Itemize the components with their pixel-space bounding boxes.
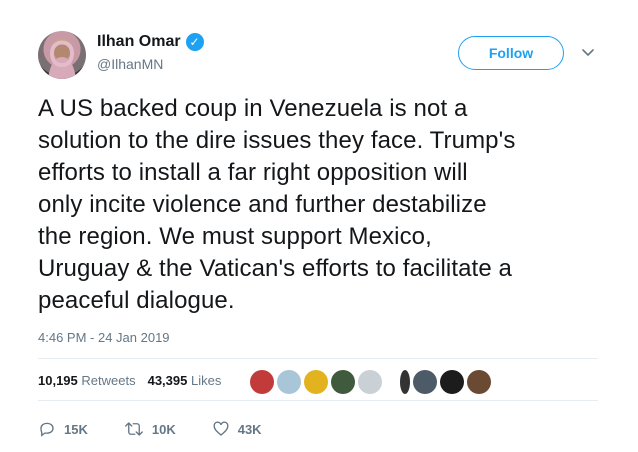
author-avatar[interactable] <box>38 31 86 79</box>
liker-avatar[interactable] <box>467 370 491 394</box>
reply-action[interactable]: 15K <box>38 420 88 438</box>
tweet-actions: 15K 10K 43K <box>38 420 298 438</box>
author-name[interactable]: Ilhan Omar <box>97 33 181 51</box>
retweet-icon <box>124 422 143 436</box>
divider <box>38 358 598 359</box>
verified-badge-icon: ✓ <box>185 33 204 51</box>
liker-avatar[interactable] <box>277 370 301 394</box>
chevron-down-icon[interactable] <box>581 46 595 60</box>
retweet-action[interactable]: 10K <box>124 420 176 438</box>
follow-button[interactable]: Follow <box>458 36 564 70</box>
tweet-timestamp[interactable]: 4:46 PM - 24 Jan 2019 <box>38 330 170 345</box>
retweets-count: 10,195 <box>38 373 78 388</box>
likes-stat[interactable]: 43,395 Likes <box>148 373 222 388</box>
reply-count: 15K <box>64 421 88 437</box>
likes-label: Likes <box>190 373 222 388</box>
liker-avatar[interactable] <box>331 370 355 394</box>
heart-icon <box>213 421 229 436</box>
like-action[interactable]: 43K <box>212 420 262 438</box>
divider <box>38 400 598 401</box>
retweet-count: 10K <box>151 421 176 437</box>
liker-avatar[interactable] <box>250 370 274 394</box>
reply-icon <box>40 422 54 437</box>
author-handle[interactable]: @IlhanMN <box>97 56 163 72</box>
likes-count: 43,395 <box>147 373 188 388</box>
retweets-stat[interactable]: 10,195 Retweets <box>38 373 136 388</box>
tweet-text: A US backed coup in Venezuela is not a s… <box>38 95 516 314</box>
liker-avatar[interactable] <box>304 370 328 394</box>
liker-avatars <box>250 370 494 394</box>
avatar-image <box>48 40 76 79</box>
liker-avatar[interactable] <box>400 370 410 394</box>
liker-avatar[interactable] <box>440 370 464 394</box>
liker-avatar[interactable] <box>358 370 382 394</box>
author-name-row[interactable]: Ilhan Omar ✓ <box>97 33 204 51</box>
like-count: 43K <box>237 421 262 437</box>
engagement-stats: 10,195 Retweets 43,395 Likes <box>38 373 221 388</box>
liker-avatar[interactable] <box>413 370 437 394</box>
retweets-label: Retweets <box>81 373 136 388</box>
